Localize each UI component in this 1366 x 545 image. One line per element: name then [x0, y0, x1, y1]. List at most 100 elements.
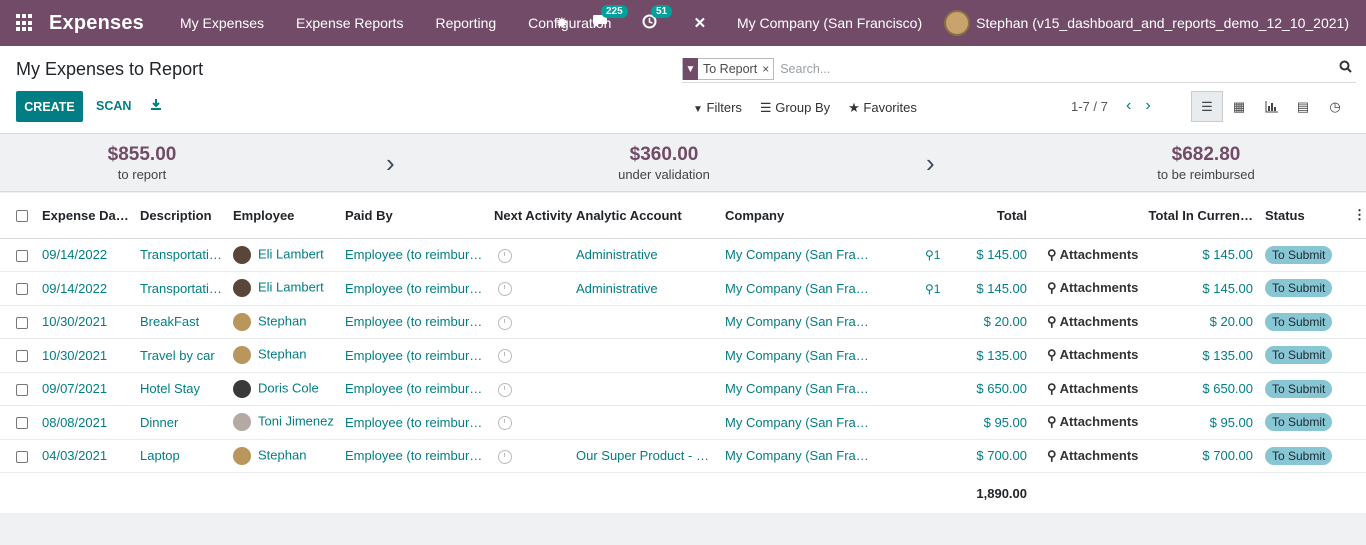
paid-by: Employee (to reimburs…: [341, 338, 490, 373]
activities-icon[interactable]: 51: [641, 4, 673, 33]
col-company[interactable]: Company: [721, 193, 921, 239]
scan-button[interactable]: SCAN: [96, 99, 131, 113]
paperclip-icon: ⚲: [1047, 414, 1060, 430]
attachments-button[interactable]: ⚲ Attachments: [1031, 271, 1143, 306]
next-activity[interactable]: [490, 372, 572, 406]
employee-cell: Stephan: [229, 305, 341, 339]
row-checkbox[interactable]: [0, 238, 38, 272]
attachments-button[interactable]: ⚲ Attachments: [1031, 238, 1143, 272]
create-button[interactable]: CREATE: [16, 91, 83, 122]
user-menu[interactable]: Stephan (v15_dashboard_and_reports_demo_…: [976, 15, 1349, 31]
table-row[interactable]: 04/03/2021 Laptop Stephan Employee (to reim…: [0, 439, 1366, 473]
select-all-checkbox[interactable]: [0, 193, 38, 239]
attachments-button[interactable]: ⚲ Attachments: [1031, 372, 1143, 406]
summary-to-be-reimbursed[interactable]: $682.80 to be reimbursed: [1150, 144, 1262, 182]
attachments-label: Attachments: [1059, 447, 1139, 463]
search-icon[interactable]: [1339, 60, 1352, 76]
paperclip-icon: ⚲: [1047, 447, 1060, 463]
col-status[interactable]: Status: [1257, 193, 1349, 239]
col-expense-date[interactable]: Expense Da…: [38, 193, 136, 239]
row-checkbox[interactable]: [0, 405, 38, 440]
col-employee[interactable]: Employee: [229, 193, 341, 239]
menu-reporting[interactable]: Reporting: [419, 15, 512, 31]
chevron-right-icon[interactable]: ›: [1145, 97, 1150, 115]
kanban-view-icon[interactable]: ▦: [1223, 91, 1255, 122]
list-view-icon[interactable]: ☰: [1191, 91, 1223, 122]
clock-icon[interactable]: [498, 449, 512, 464]
clock-icon[interactable]: [498, 248, 512, 263]
filters-dropdown[interactable]: ▼ Filters: [693, 100, 742, 116]
graph-view-icon[interactable]: [1255, 91, 1287, 122]
facet-remove-icon[interactable]: ×: [762, 62, 773, 76]
clock-icon[interactable]: [498, 315, 512, 330]
col-total[interactable]: Total: [955, 193, 1031, 239]
expense-date: 09/14/2022: [38, 238, 136, 272]
col-next-activity[interactable]: Next Activity: [490, 193, 572, 239]
table-row[interactable]: 09/14/2022 Transportati… Eli Lambert Employ…: [0, 238, 1366, 272]
table-row[interactable]: 10/30/2021 BreakFast Stephan Employee (to r…: [0, 305, 1366, 339]
table-row[interactable]: 08/08/2021 Dinner Toni Jimenez Employee (to…: [0, 405, 1366, 440]
row-checkbox[interactable]: [0, 338, 38, 373]
table-row[interactable]: 10/30/2021 Travel by car Stephan Employee (…: [0, 338, 1366, 373]
col-total-currency[interactable]: Total In Curren…: [1143, 193, 1257, 239]
pager-value[interactable]: 1-7 / 7: [1071, 99, 1108, 114]
attachment-count-cell: [921, 338, 955, 373]
clock-icon[interactable]: [498, 382, 512, 397]
next-activity[interactable]: [490, 338, 572, 373]
row-checkbox[interactable]: [0, 271, 38, 306]
activity-view-icon[interactable]: ◷: [1319, 91, 1351, 122]
company: My Company (San Fra…: [721, 305, 921, 339]
search-input[interactable]: Search...: [780, 62, 830, 76]
control-panel: My Expenses to Report CREATE SCAN ▼ To R…: [0, 46, 1366, 134]
expense-total: $ 95.00: [955, 405, 1031, 440]
filters-icon: ▼: [693, 104, 703, 115]
row-checkbox[interactable]: [0, 439, 38, 473]
paid-by: Employee (to reimburs…: [341, 271, 490, 306]
tools-icon[interactable]: ✕: [691, 14, 709, 32]
attachments-button[interactable]: ⚲ Attachments: [1031, 405, 1143, 440]
next-activity[interactable]: [490, 405, 572, 440]
clock-icon[interactable]: [498, 349, 512, 364]
activities-badge: 51: [650, 4, 673, 18]
groupby-dropdown[interactable]: ☰ Group By: [760, 100, 830, 116]
next-activity[interactable]: [490, 238, 572, 272]
menu-my-expenses[interactable]: My Expenses: [164, 15, 280, 31]
groupby-icon: ☰: [759, 100, 772, 115]
attachments-button[interactable]: ⚲ Attachments: [1031, 338, 1143, 373]
apps-menu-icon[interactable]: [16, 14, 34, 32]
favorites-dropdown[interactable]: ★ Favorites: [848, 100, 917, 116]
next-activity[interactable]: [490, 271, 572, 306]
expense-date: 08/08/2021: [38, 405, 136, 440]
app-brand[interactable]: Expenses: [49, 12, 144, 35]
attachments-button[interactable]: ⚲ Attachments: [1031, 439, 1143, 473]
bug-icon[interactable]: ✹: [553, 14, 571, 32]
status-badge: To Submit: [1265, 446, 1333, 465]
row-checkbox[interactable]: [0, 372, 38, 406]
row-checkbox[interactable]: [0, 305, 38, 339]
pivot-view-icon[interactable]: ▤: [1287, 91, 1319, 122]
table-row[interactable]: 09/07/2021 Hotel Stay Doris Cole Employee (…: [0, 372, 1366, 406]
search-bar[interactable]: ▼ To Report × Search...: [682, 56, 1356, 83]
table-row[interactable]: 09/14/2022 Transportati… Eli Lambert Employ…: [0, 271, 1366, 306]
next-activity[interactable]: [490, 439, 572, 473]
download-icon[interactable]: [150, 98, 162, 114]
company-switcher[interactable]: My Company (San Francisco): [737, 15, 922, 31]
col-description[interactable]: Description: [136, 193, 229, 239]
summary-under-validation[interactable]: $360.00 under validation: [610, 144, 718, 182]
messages-icon[interactable]: 225: [591, 5, 628, 32]
attachments-button[interactable]: ⚲ Attachments: [1031, 305, 1143, 339]
next-activity[interactable]: [490, 305, 572, 339]
clock-icon[interactable]: [498, 416, 512, 431]
summary-amount: $360.00: [629, 144, 699, 165]
col-paid-by[interactable]: Paid By: [341, 193, 490, 239]
clock-icon[interactable]: [498, 282, 512, 297]
col-analytic-account[interactable]: Analytic Account: [572, 193, 721, 239]
expense-description: Hotel Stay: [136, 372, 229, 406]
attachment-count: 1: [933, 248, 941, 263]
summary-to-report[interactable]: $855.00 to report: [96, 144, 188, 182]
menu-expense-reports[interactable]: Expense Reports: [280, 15, 419, 31]
status-badge: To Submit: [1265, 279, 1333, 298]
optional-columns-icon[interactable]: ⋮: [1349, 193, 1366, 239]
chevron-left-icon[interactable]: ‹: [1126, 97, 1131, 115]
user-avatar[interactable]: [944, 10, 971, 36]
